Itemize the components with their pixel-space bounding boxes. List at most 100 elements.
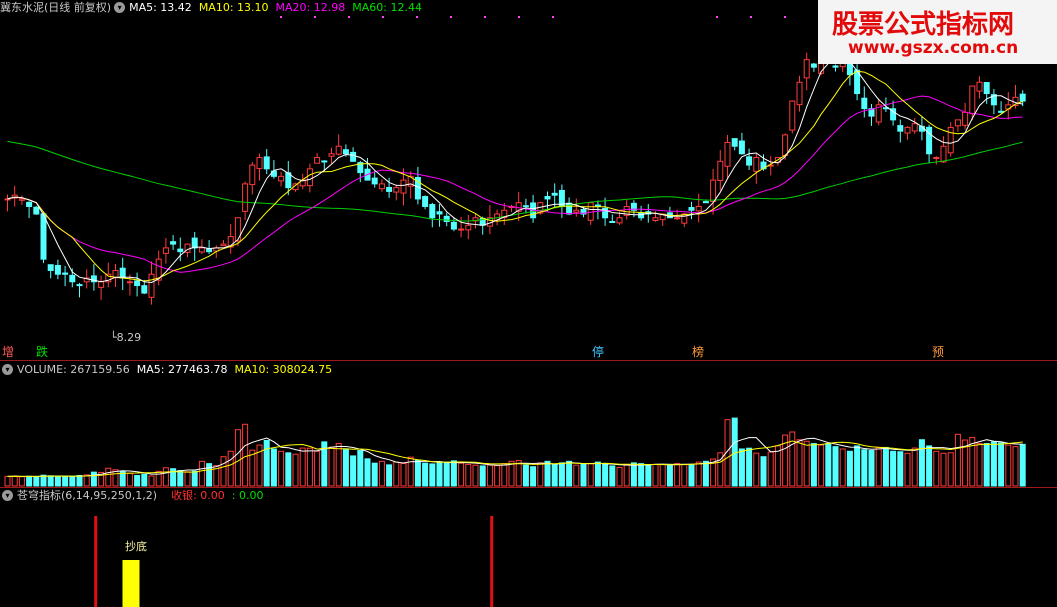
candle-body [594,204,601,207]
volume-bar [825,443,832,487]
candle-body [47,264,54,271]
volume-bar [760,456,767,487]
candle-body [314,157,321,164]
volume-bar [810,443,817,487]
volume-bar [911,447,918,487]
volume-bar [285,452,292,487]
volume-bar [515,460,522,487]
candle-body [911,123,918,132]
volume-bar [630,462,637,487]
indicator-title: 苍穹指标(6,14,95,250,1,2) [17,489,158,502]
volume-bar [4,475,11,487]
candle-body [429,204,436,219]
indicator-pane-header: ▾ 苍穹指标(6,14,95,250,1,2) 收银: 0.00: 0.00 [0,488,270,504]
volume-bar [753,452,760,487]
volume-bar [364,458,371,487]
volume-bar [134,475,141,487]
volume-bar [90,471,97,487]
volume-bar [774,445,781,487]
volume-bar [688,463,695,487]
volume-bar [947,452,954,487]
candle-body [897,125,904,132]
volume-bar [990,441,997,487]
candle-body [18,198,25,201]
volume-bar [731,417,738,487]
candle-body [126,281,133,284]
candle-body [731,138,738,147]
volume-bar [587,463,594,487]
stock-title: 冀东水泥(日线 前复权) [0,1,112,14]
volume-bar [839,448,846,487]
signal-marker-bang: 榜 [692,345,705,359]
volume-bar [299,447,306,487]
ma60-line [7,140,1023,222]
chevron-down-icon[interactable]: ▾ [2,363,13,375]
volume-bar [270,448,277,487]
volume-bar [11,475,18,487]
volume-bar [198,460,205,487]
low-price-value: 8.29 [116,331,142,344]
volume-bar [501,463,508,487]
volume-bar [904,452,911,487]
volume-bar [623,464,630,487]
candle-body [177,248,184,253]
volume-bar [429,463,436,487]
volume-bar [566,460,573,487]
volume-bar [767,451,774,487]
ma5-line [7,59,1023,284]
volume-bar [386,464,393,487]
volume-bar [33,476,40,487]
volume-bar [465,463,472,487]
volume-bar [551,463,558,487]
candle-body [796,81,803,106]
volume-bar [479,465,486,487]
volume-bar [494,465,501,487]
vol-ma5-readout: MA5: 277463.78 [136,363,228,376]
chevron-down-icon[interactable]: ▾ [114,1,126,13]
top-marker-dot [450,16,452,18]
volume-bar [227,450,234,487]
indicator-close-readout: 收银: 0.00 [171,489,225,502]
volume-bar [1005,444,1012,487]
candle-body [458,228,465,231]
candle-body [465,224,472,231]
volume-bar [702,460,709,487]
volume-bar [40,474,47,487]
volume-bar [76,475,83,487]
volume-bar [818,444,825,487]
volume-bar [897,451,904,487]
volume-bar [832,446,839,487]
candle-body [350,151,357,162]
volume-bar [998,442,1005,487]
volume-bar [983,443,990,487]
candle-body [378,183,385,190]
candle-body [335,145,342,155]
candle-body [134,280,141,287]
volume-bar [54,475,61,487]
candle-body [962,111,969,126]
candle-body [450,221,457,230]
candle-body [710,179,717,203]
volume-bar [472,464,479,487]
candle-body [306,168,313,187]
volume-bar [522,464,529,487]
volume-bar [537,462,544,487]
candle-body [342,149,349,155]
volume-bar [47,475,54,487]
candle-body [789,100,796,131]
candle-body [206,248,213,253]
volume-bar [126,472,133,487]
signal-marker-zeng: 增 [2,345,15,359]
candle-body [26,201,33,207]
candle-body [328,153,335,157]
candle-body [782,134,789,156]
chevron-down-icon[interactable]: ▾ [2,489,13,501]
ma10-readout: MA10: 13.10 [198,1,269,14]
volume-bar [443,461,450,487]
candle-body [587,202,594,221]
candle-body [1019,93,1026,102]
candle-body [69,274,76,283]
candle-body [278,175,285,182]
volume-bar [882,446,889,487]
volume-bar [141,473,148,487]
